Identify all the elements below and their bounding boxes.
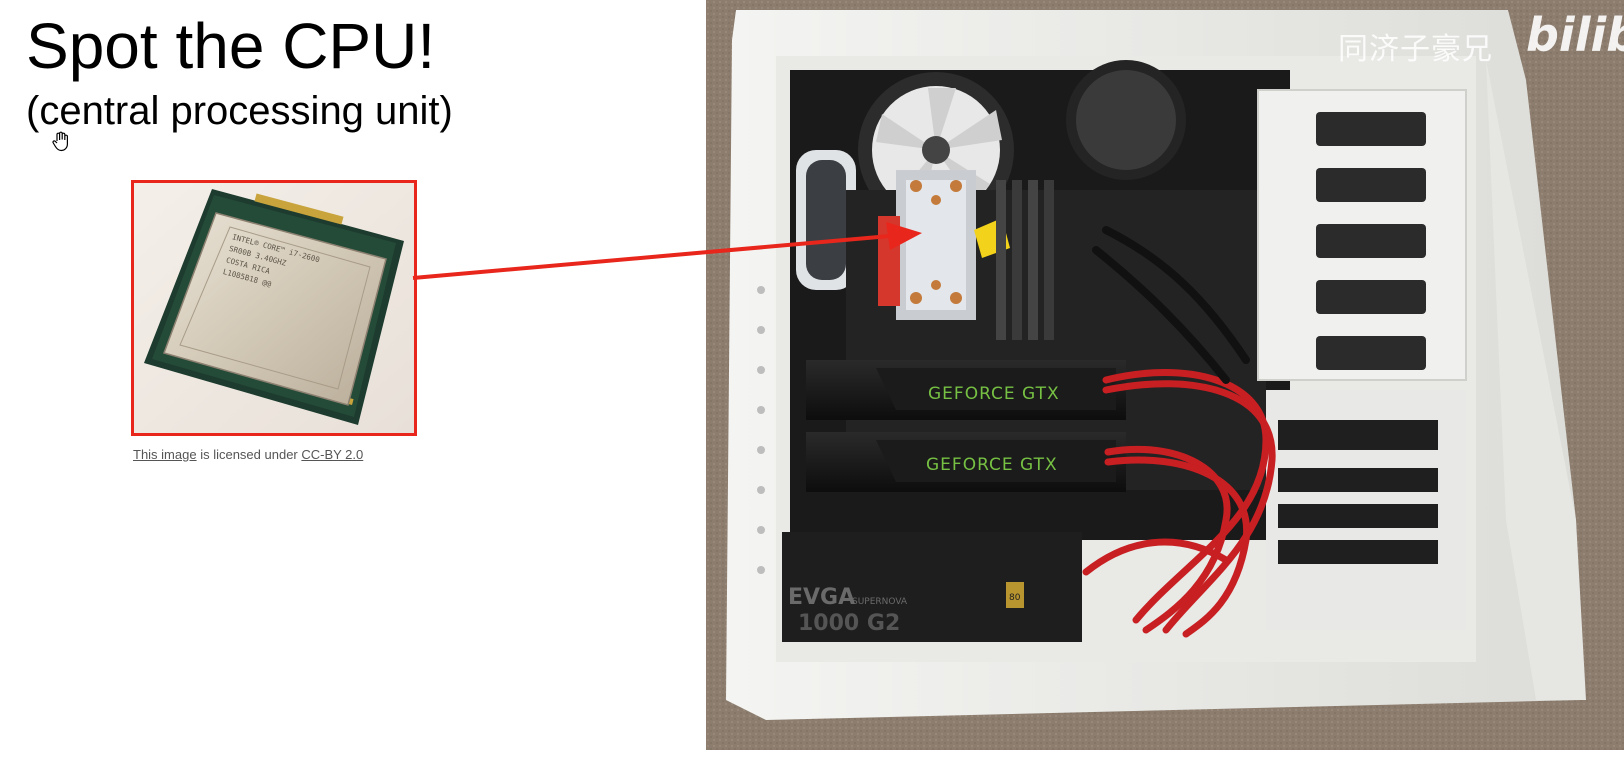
cpu-chip-illustration: INTEL® CORE™ i7-2600 SR00B 3.40GHZ COSTA… [134, 183, 414, 433]
psu-brand: EVGA [788, 585, 855, 610]
cpu-image: INTEL® CORE™ i7-2600 SR00B 3.40GHZ COSTA… [131, 180, 417, 436]
slide-subtitle: (central processing unit) [26, 89, 453, 133]
credit-middle-text: is licensed under [196, 447, 302, 462]
hand-cursor-icon [52, 131, 68, 152]
psu-badge: 80 [1009, 593, 1021, 603]
pc-case-illustration: GEFORCE GTX GEFORCE GTX EVGA SUPERNOVA 1… [706, 0, 1624, 750]
gpu-label-bottom: GEFORCE GTX [926, 455, 1058, 475]
channel-watermark: 同济子豪兄 [1338, 32, 1493, 67]
license-link[interactable]: CC-BY 2.0 [301, 447, 363, 462]
psu-series: SUPERNOVA [852, 597, 908, 607]
image-link[interactable]: This image [133, 447, 197, 462]
psu-model: 1000 G2 [798, 611, 900, 636]
bilibili-logo: bilibili [1526, 8, 1624, 62]
image-credit: This image is licensed under CC-BY 2.0 [133, 447, 363, 462]
gpu-label-top: GEFORCE GTX [928, 384, 1060, 404]
pc-case-photo: GEFORCE GTX GEFORCE GTX EVGA SUPERNOVA 1… [706, 0, 1624, 750]
slide-title: Spot the CPU! [26, 10, 436, 82]
slide: Spot the CPU! (central processing unit) [0, 0, 1624, 775]
